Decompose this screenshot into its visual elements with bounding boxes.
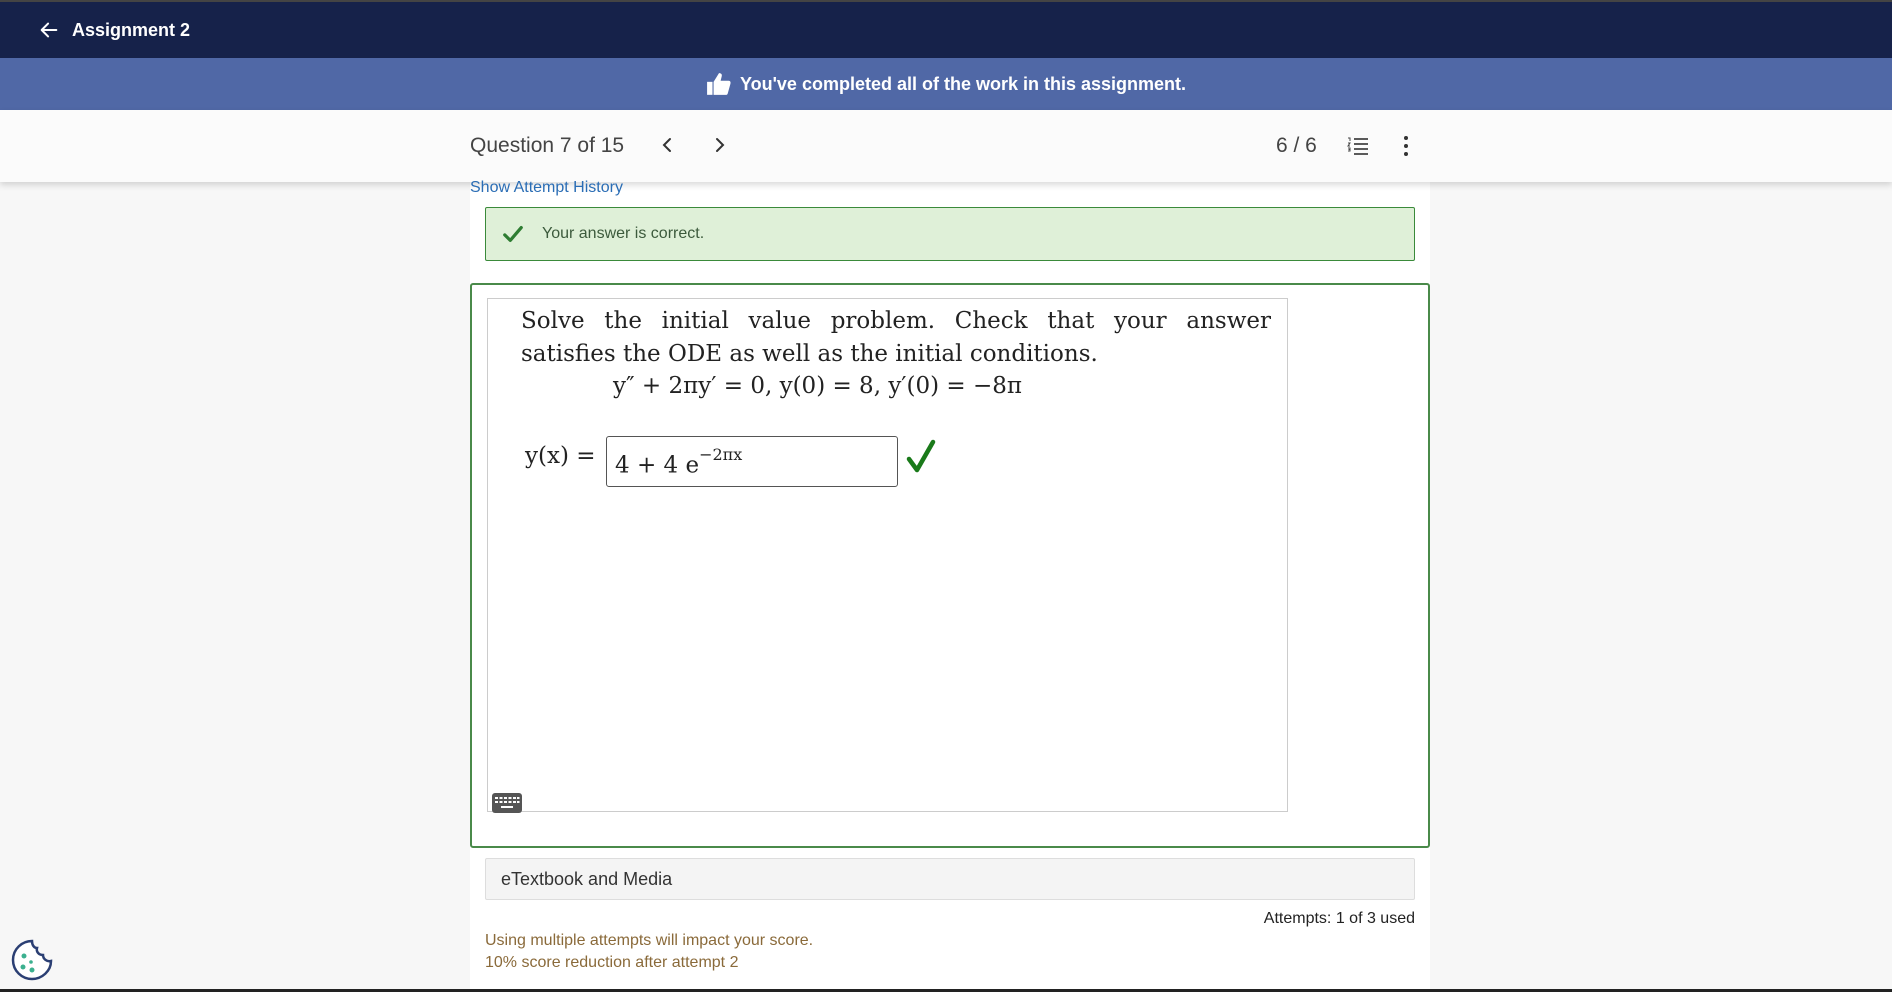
answer-label: y(x) = xyxy=(525,443,596,469)
score-reduction-note: 10% score reduction after attempt 2 xyxy=(485,954,739,971)
attempts-counter: Attempts: 1 of 3 used xyxy=(1263,910,1415,927)
list-icon[interactable] xyxy=(1346,134,1370,158)
etextbook-media-button[interactable]: eTextbook and Media xyxy=(485,858,1415,900)
question-box: Solve the initial value problem. Check t… xyxy=(470,283,1430,848)
question-counter: Question 7 of 15 xyxy=(470,134,625,157)
completion-banner: You've completed all of the work in this… xyxy=(0,58,1892,110)
answer-base: 4 + 4 e xyxy=(615,452,700,479)
green-check-icon xyxy=(906,439,936,473)
problem-equation: y″ + 2πy′ = 0, y(0) = 8, y′(0) = −8π xyxy=(613,373,1023,399)
check-icon xyxy=(503,225,523,243)
completion-message: You've completed all of the work in this… xyxy=(739,73,1187,94)
answer-input[interactable]: 4 + 4 e−2πx xyxy=(606,436,898,487)
assignment-title[interactable]: Assignment 2 xyxy=(72,20,190,41)
chevron-right-icon[interactable] xyxy=(708,132,732,158)
arrow-left-icon[interactable] xyxy=(38,19,60,41)
keyboard-icon[interactable] xyxy=(492,793,522,813)
show-attempt-history-link[interactable]: Show Attempt History xyxy=(470,179,623,197)
question-score: 6 / 6 xyxy=(1276,134,1317,157)
chevron-left-icon[interactable] xyxy=(655,132,679,158)
thumbs-up-icon xyxy=(707,73,731,95)
more-vertical-icon[interactable] xyxy=(1394,132,1418,160)
feedback-message: Your answer is correct. xyxy=(542,225,705,242)
cookie-icon[interactable] xyxy=(10,938,54,982)
answer-exponent: −2πx xyxy=(699,445,743,464)
correct-feedback: Your answer is correct. xyxy=(485,207,1415,261)
problem-prompt: Solve the initial value problem. Check t… xyxy=(521,308,1271,367)
problem-area: Solve the initial value problem. Check t… xyxy=(487,298,1288,813)
question-navigation-bar: Question 7 of 15 6 / 6 xyxy=(0,110,1892,182)
attempts-note: Using multiple attempts will impact your… xyxy=(485,932,814,949)
top-bar: Assignment 2 xyxy=(0,0,1892,58)
